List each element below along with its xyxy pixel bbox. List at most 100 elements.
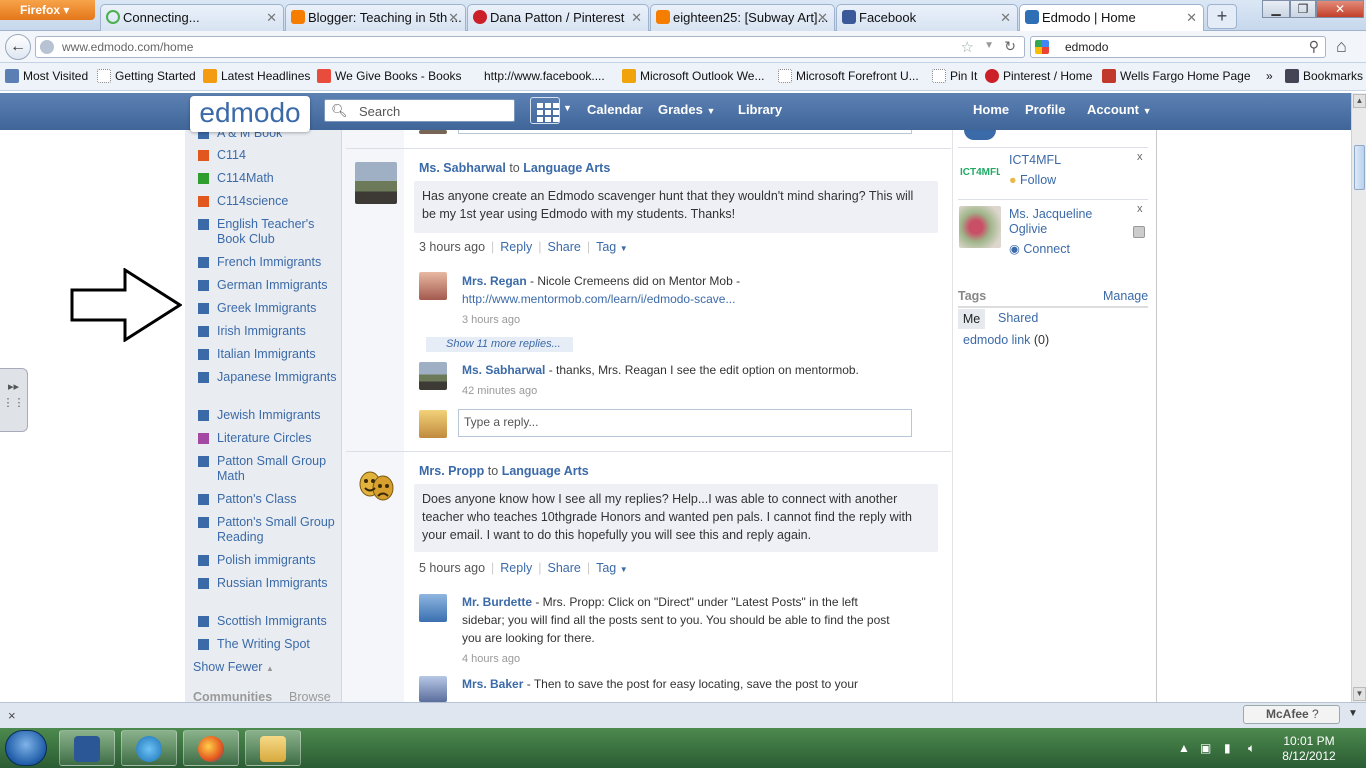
- share-link[interactable]: Share: [548, 561, 581, 575]
- sidebar-group-item[interactable]: C114science: [197, 194, 337, 209]
- tab-close-icon[interactable]: ✕: [817, 5, 828, 30]
- post-author[interactable]: Mrs. Propp to Language Arts: [419, 464, 589, 478]
- bookmarks-menu[interactable]: Bookmarks: [1285, 69, 1363, 83]
- reply-author[interactable]: Mr. Burdette: [462, 595, 532, 609]
- reply-author[interactable]: Ms. Sabharwal: [462, 363, 545, 377]
- tab-me[interactable]: Me: [958, 309, 985, 329]
- dismiss-suggestion-icon[interactable]: x: [1137, 203, 1143, 215]
- browser-tab[interactable]: Facebook ✕: [836, 4, 1018, 31]
- sidebar-group-item[interactable]: Patton's Small Group Reading: [197, 515, 337, 545]
- bookmark-star-icon[interactable]: ☆: [961, 38, 974, 56]
- volume-icon[interactable]: 🔈︎: [1248, 741, 1255, 756]
- edmodo-logo[interactable]: edmodo: [190, 96, 310, 132]
- reply-input-cut[interactable]: [458, 130, 912, 134]
- reply-author[interactable]: Mrs. Baker: [462, 677, 523, 691]
- network-icon[interactable]: ▮: [1224, 741, 1231, 755]
- tray-device-icon[interactable]: ▣: [1200, 741, 1211, 755]
- sidebar-group-item[interactable]: French Immigrants: [197, 255, 337, 270]
- sidebar-group-item[interactable]: Patton Small Group Math: [197, 454, 337, 484]
- sidebar-group-item[interactable]: Scottish Immigrants: [197, 614, 337, 629]
- sidebar-group-item[interactable]: Italian Immigrants: [197, 347, 337, 362]
- share-link[interactable]: Share: [548, 240, 581, 254]
- reply-link[interactable]: Reply: [500, 561, 532, 575]
- post-group-link[interactable]: Language Arts: [502, 464, 589, 478]
- suggestion-name[interactable]: ICT4MFL: [1009, 153, 1061, 168]
- sidebar-group-item[interactable]: English Teacher's Book Club: [197, 217, 337, 247]
- bookmark-facebook-url[interactable]: http://www.facebook....: [466, 69, 605, 83]
- bookmarks-overflow-chevron-icon[interactable]: »: [1266, 69, 1273, 83]
- edmodo-search-input[interactable]: 🔍︎ Search: [324, 99, 515, 122]
- tray-clock[interactable]: 10:01 PM 8/12/2012: [1274, 734, 1344, 764]
- reply-url-link[interactable]: http://www.mentormob.com/learn/i/edmodo-…: [462, 292, 735, 306]
- sidebar-group-item[interactable]: Polish immigrants: [197, 553, 337, 568]
- taskbar-firefox[interactable]: [183, 730, 239, 766]
- nav-home[interactable]: Home: [973, 102, 1009, 117]
- post-group-link[interactable]: Language Arts: [523, 161, 610, 175]
- tray-expand-icon[interactable]: ▲: [1178, 741, 1190, 755]
- bookmark-pin-it[interactable]: Pin It: [932, 69, 977, 83]
- sidebar-group-item[interactable]: Literature Circles: [197, 431, 337, 446]
- show-fewer-link[interactable]: Show Fewer ▲: [193, 660, 274, 674]
- post-author[interactable]: Ms. Sabharwal to Language Arts: [419, 161, 610, 175]
- tab-close-icon[interactable]: ✕: [1000, 5, 1011, 30]
- nav-grades[interactable]: Grades ▼: [658, 102, 715, 117]
- window-close-button[interactable]: ✕: [1316, 0, 1364, 18]
- nav-calendar[interactable]: Calendar: [587, 102, 643, 117]
- sidebar-group-item[interactable]: Russian Immigrants: [197, 576, 337, 591]
- connect-button[interactable]: ◉ Connect: [1009, 241, 1070, 256]
- url-dropdown-icon[interactable]: ▼: [984, 40, 994, 51]
- back-arrow-icon[interactable]: ←: [5, 34, 31, 60]
- sidebar-group-item[interactable]: C114: [197, 148, 337, 163]
- home-icon[interactable]: ⌂: [1336, 36, 1347, 57]
- scroll-thumb[interactable]: [1354, 145, 1365, 190]
- bookmark-we-give-books[interactable]: We Give Books - Books: [317, 69, 462, 83]
- browser-tab[interactable]: Connecting... ✕: [100, 4, 284, 31]
- bookmark-outlook[interactable]: Microsoft Outlook We...: [622, 69, 764, 83]
- bookmark-forefront[interactable]: Microsoft Forefront U...: [778, 69, 919, 83]
- browser-tab-active[interactable]: Edmodo | Home ✕: [1019, 4, 1204, 32]
- tag-item[interactable]: edmodo link (0): [963, 333, 1049, 347]
- sidebar-group-item[interactable]: Irish Immigrants: [197, 324, 337, 339]
- browser-tab[interactable]: eighteen25: [Subway Art]... ✕: [650, 4, 835, 31]
- chevron-down-icon[interactable]: ▼: [1348, 708, 1358, 719]
- address-bar[interactable]: www.edmodo.com/home ☆ ▼ ↻: [35, 36, 1025, 58]
- nav-account[interactable]: Account ▼: [1087, 102, 1152, 117]
- manage-tags-link[interactable]: Manage: [1103, 289, 1148, 303]
- tag-link[interactable]: Tag ▼: [596, 561, 628, 575]
- scroll-down-arrow-icon[interactable]: ▼: [1353, 687, 1366, 701]
- tab-shared[interactable]: Shared: [998, 311, 1038, 325]
- sidebar-group-item[interactable]: Greek Immigrants: [197, 301, 337, 316]
- side-panel-tab[interactable]: ▸▸ ⋮⋮: [0, 368, 28, 432]
- sidebar-group-item[interactable]: The Writing Spot: [197, 637, 337, 652]
- nav-library[interactable]: Library: [738, 102, 782, 117]
- reply-link[interactable]: Reply: [500, 240, 532, 254]
- scroll-up-arrow-icon[interactable]: ▲: [1353, 94, 1366, 108]
- apps-grid-icon[interactable]: [530, 97, 560, 124]
- bookmark-wells-fargo[interactable]: Wells Fargo Home Page: [1102, 69, 1251, 83]
- bookmark-latest-headlines[interactable]: Latest Headlines: [203, 69, 310, 83]
- tab-close-icon[interactable]: ✕: [448, 5, 459, 30]
- sidebar-group-item[interactable]: Japanese Immigrants: [197, 370, 337, 385]
- reply-author[interactable]: Mrs. Regan: [462, 274, 527, 288]
- browser-search-bar[interactable]: edmodo ⚲: [1030, 36, 1326, 58]
- page-scrollbar[interactable]: ▲ ▼: [1351, 93, 1366, 702]
- bookmark-pinterest[interactable]: Pinterest / Home: [985, 69, 1092, 83]
- bookmark-getting-started[interactable]: Getting Started: [97, 69, 196, 83]
- follow-button[interactable]: ● Follow: [1009, 173, 1056, 187]
- bookmark-most-visited[interactable]: Most Visited: [5, 69, 88, 83]
- taskbar-ie[interactable]: [121, 730, 177, 766]
- reload-icon[interactable]: ↻: [1004, 38, 1016, 55]
- sidebar-group-item[interactable]: Jewish Immigrants: [197, 408, 337, 423]
- tab-close-icon[interactable]: ✕: [631, 5, 642, 30]
- new-tab-button[interactable]: +: [1207, 4, 1237, 29]
- search-icon[interactable]: ⚲: [1309, 38, 1319, 55]
- show-more-replies[interactable]: Show 11 more replies...: [426, 337, 573, 352]
- firefox-menu-button[interactable]: Firefox ▾: [0, 0, 95, 20]
- taskbar-word[interactable]: [59, 730, 115, 766]
- nav-profile[interactable]: Profile: [1025, 102, 1065, 117]
- close-addon-bar-icon[interactable]: ×: [8, 708, 16, 723]
- sidebar-group-item[interactable]: C114Math: [197, 171, 337, 186]
- sidebar-group-item[interactable]: German Immigrants: [197, 278, 337, 293]
- windows-start-button[interactable]: [5, 730, 47, 766]
- minimize-button[interactable]: ▁: [1262, 0, 1290, 18]
